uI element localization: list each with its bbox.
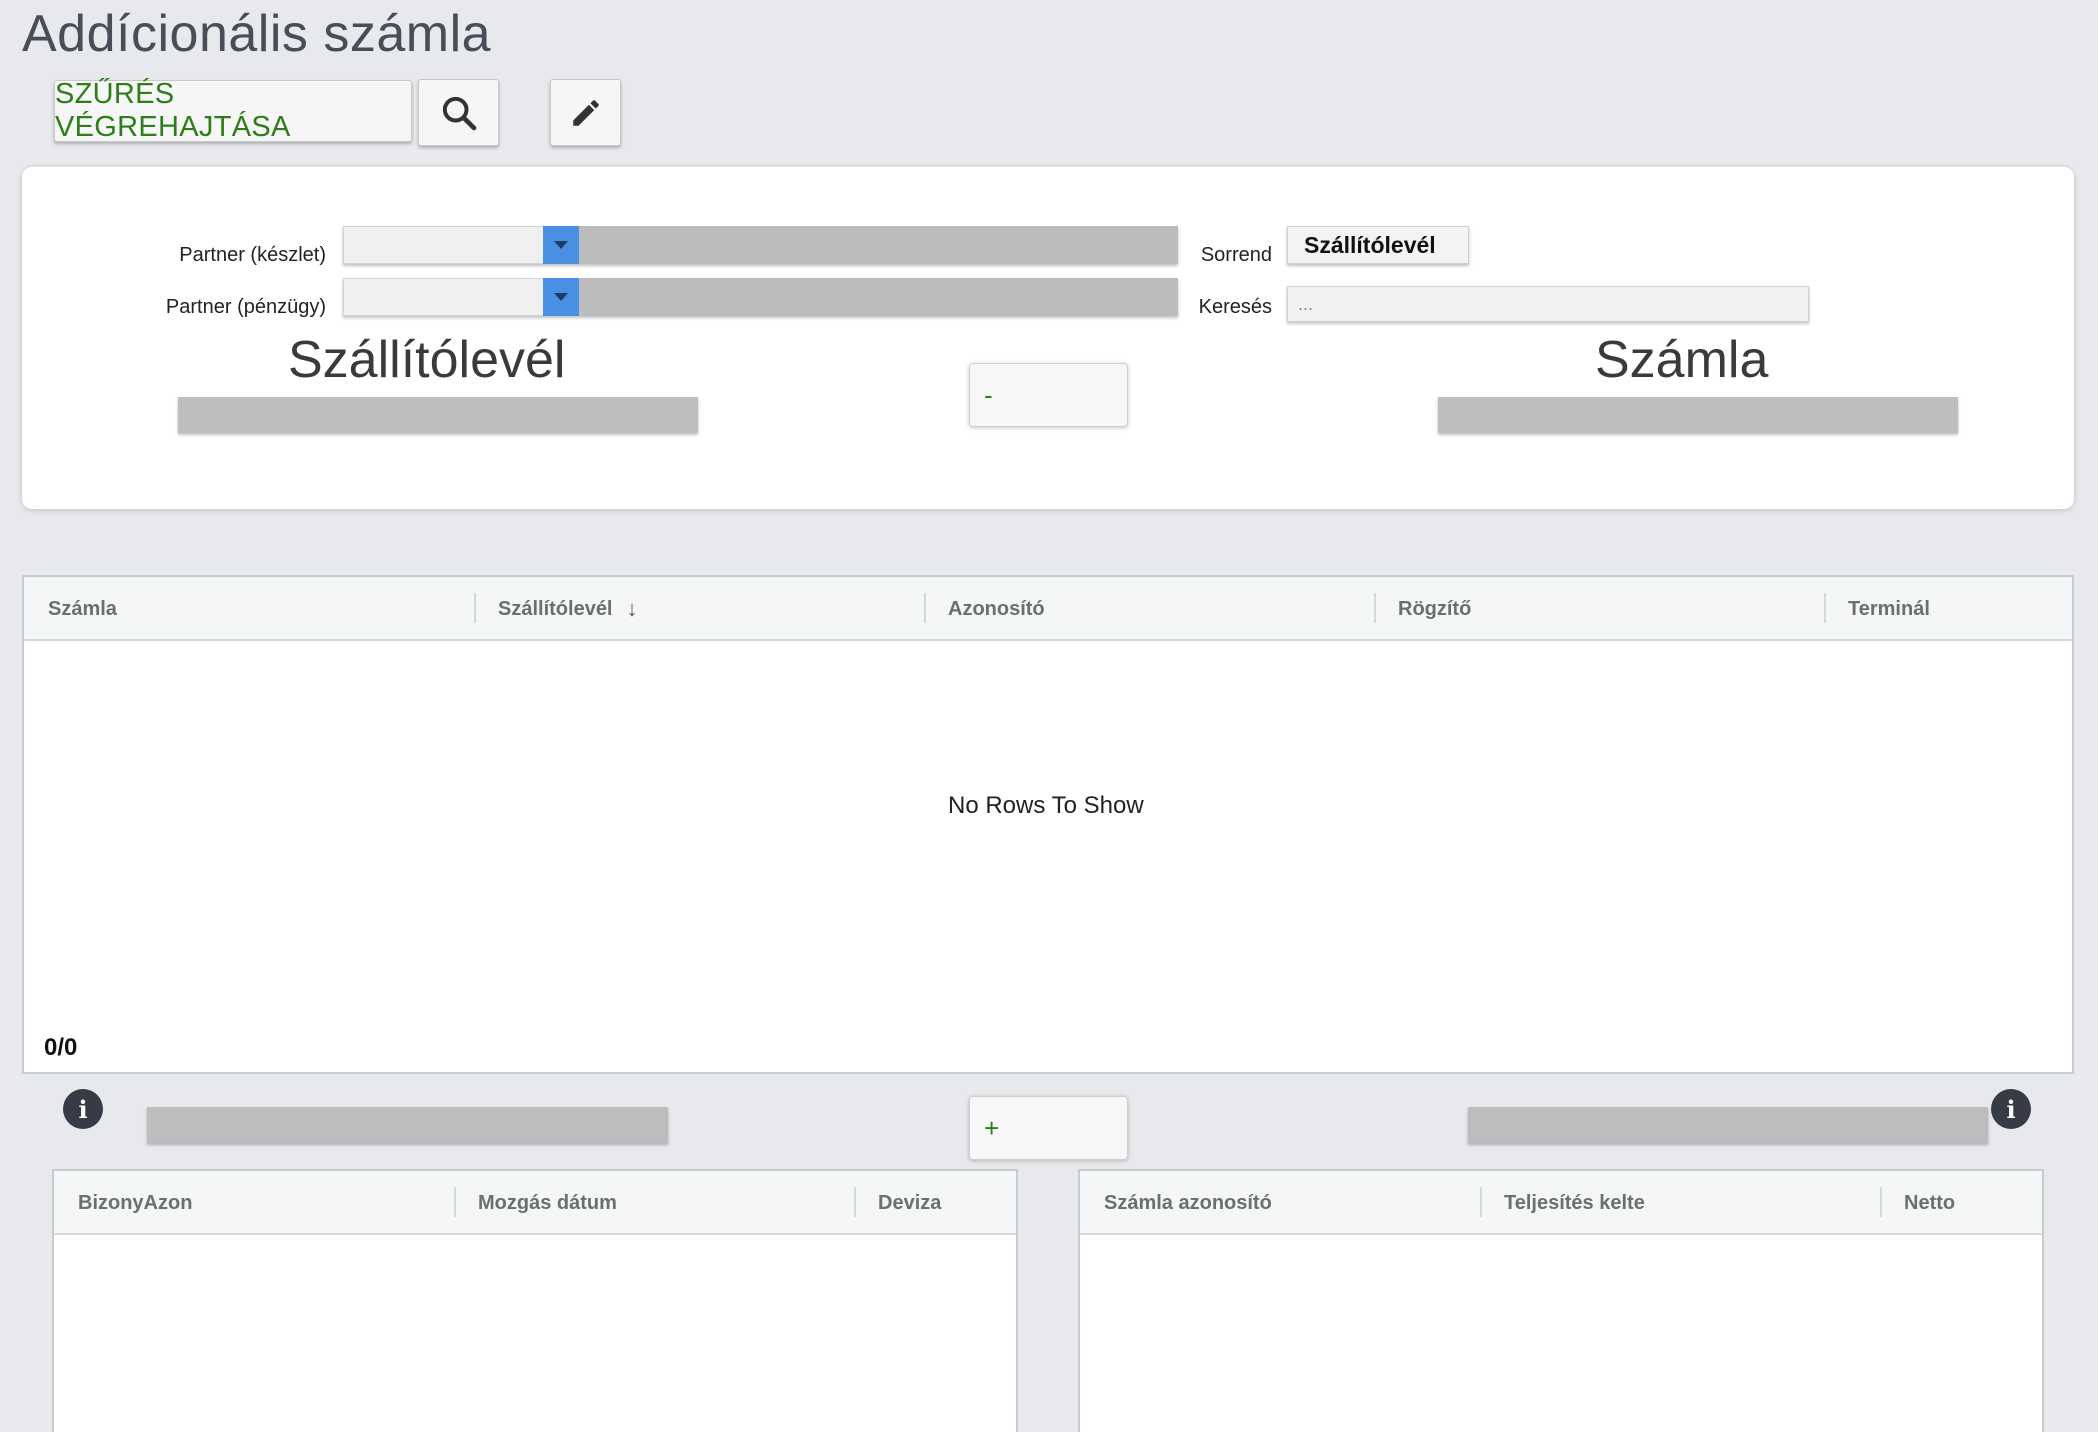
invoice-grid-header: Számla azonosító Teljesítés kelte Netto [1080, 1171, 2042, 1235]
partner-finance-label: Partner (pénzügy) [165, 296, 326, 318]
column-header-invoice-id[interactable]: Számla azonosító [1080, 1171, 1272, 1235]
column-header-id[interactable]: Azonosító [924, 577, 1045, 641]
remove-link-button[interactable]: - [969, 363, 1128, 427]
main-grid-header: Számla Szállítólevél ↓ Azonosító Rögzítő… [24, 577, 2072, 641]
search-icon [442, 96, 476, 130]
pencil-icon [572, 99, 599, 126]
invoice-heading: Számla [1595, 331, 1769, 389]
column-header-invoice[interactable]: Számla [24, 577, 117, 641]
chevron-down-icon[interactable] [543, 278, 579, 316]
order-select-button[interactable]: Szállítólevél [1287, 226, 1469, 264]
partner-stock-name-field[interactable] [579, 226, 1178, 264]
invoice-field[interactable] [1438, 397, 1958, 433]
invoice-grid: Számla azonosító Teljesítés kelte Netto [1078, 1169, 2044, 1432]
column-header-currency[interactable]: Deviza [854, 1171, 941, 1235]
search-input[interactable]: ... [1287, 286, 1809, 322]
run-filter-button[interactable]: SZŰRÉS VÉGREHAJTÁSA [54, 78, 412, 143]
add-link-button[interactable]: + [969, 1096, 1128, 1160]
order-label: Sorrend [1200, 244, 1272, 266]
column-header-terminal[interactable]: Terminál [1824, 577, 1930, 641]
delivery-note-grid-header: BizonyAzon Mozgás dátum Deviza [54, 1171, 1016, 1235]
info-icon[interactable]: i [1991, 1089, 2031, 1129]
delivery-note-heading: Szállítólevél [288, 331, 566, 389]
edit-button[interactable] [550, 79, 621, 146]
lower-right-field[interactable] [1468, 1107, 1988, 1143]
sort-down-icon: ↓ [626, 596, 638, 621]
delivery-note-grid: BizonyAzon Mozgás dátum Deviza [52, 1169, 1018, 1432]
delivery-note-field[interactable] [178, 397, 698, 433]
column-header-net[interactable]: Netto [1880, 1171, 1955, 1235]
partner-finance-input[interactable] [343, 278, 543, 316]
partner-stock-combo[interactable] [343, 226, 1178, 264]
column-header-recorder[interactable]: Rögzítő [1374, 577, 1471, 641]
info-icon[interactable]: i [63, 1089, 103, 1129]
main-grid: Számla Szállítólevél ↓ Azonosító Rögzítő… [22, 575, 2074, 1074]
search-label: Keresés [1198, 296, 1272, 318]
lower-left-field[interactable] [147, 1107, 668, 1143]
partner-finance-name-field[interactable] [579, 278, 1178, 316]
partner-stock-label: Partner (készlet) [179, 244, 326, 266]
search-button[interactable] [418, 79, 499, 146]
partner-stock-input[interactable] [343, 226, 543, 264]
empty-grid-message: No Rows To Show [948, 792, 1144, 819]
partner-finance-combo[interactable] [343, 278, 1178, 316]
page-title: Addícionális számla [22, 5, 492, 63]
row-count: 0/0 [44, 1034, 78, 1061]
column-header-delivery-note[interactable]: Szállítólevél ↓ [474, 577, 638, 641]
chevron-down-icon[interactable] [543, 226, 579, 264]
column-header-fulfillment-date[interactable]: Teljesítés kelte [1480, 1171, 1645, 1235]
column-header-doc-id[interactable]: BizonyAzon [54, 1171, 192, 1235]
column-header-movement-date[interactable]: Mozgás dátum [454, 1171, 617, 1235]
